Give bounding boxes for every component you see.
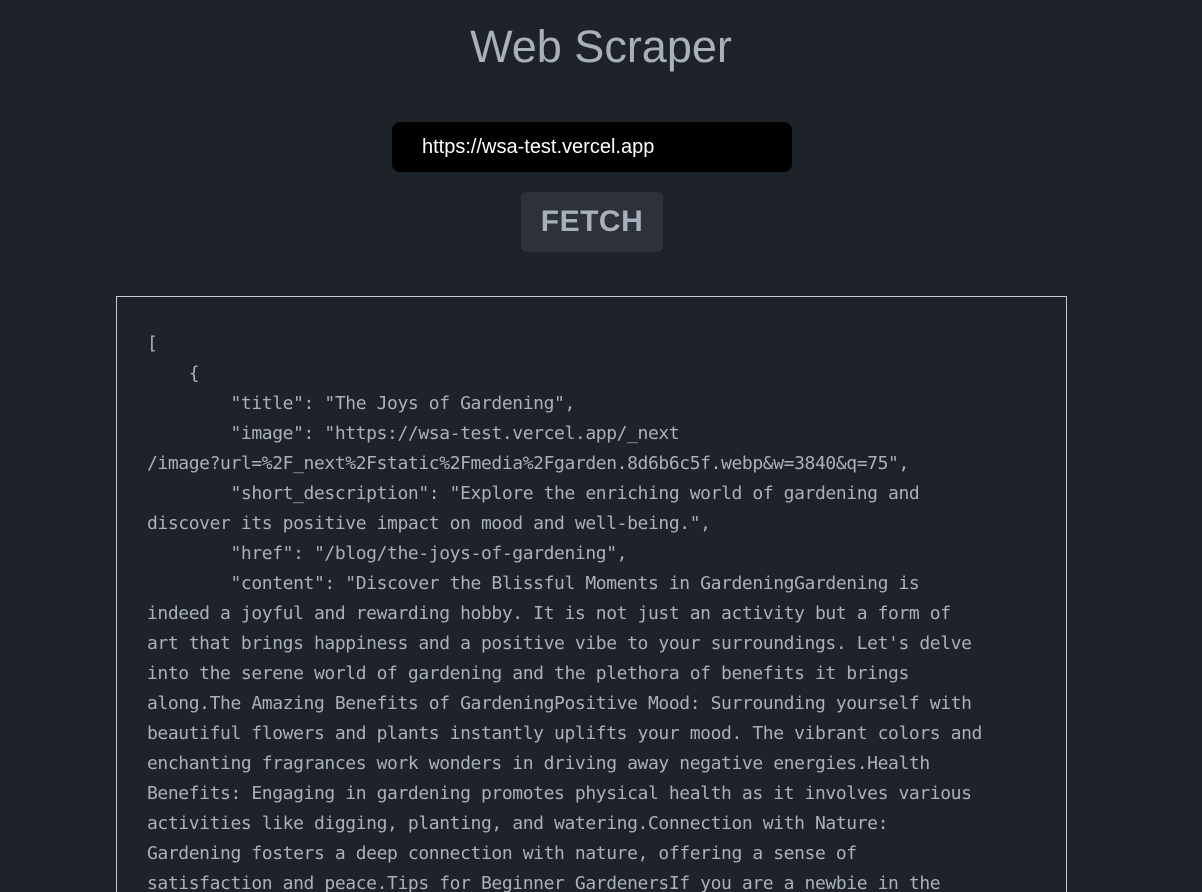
result-json-text: [ { "title": "The Joys of Gardening", "i… — [147, 333, 982, 892]
url-input[interactable] — [392, 122, 792, 172]
fetch-button[interactable]: FETCH — [521, 192, 663, 252]
page-title: Web Scraper — [470, 21, 732, 72]
result-output-panel[interactable]: [ { "title": "The Joys of Gardening", "i… — [116, 296, 1067, 892]
